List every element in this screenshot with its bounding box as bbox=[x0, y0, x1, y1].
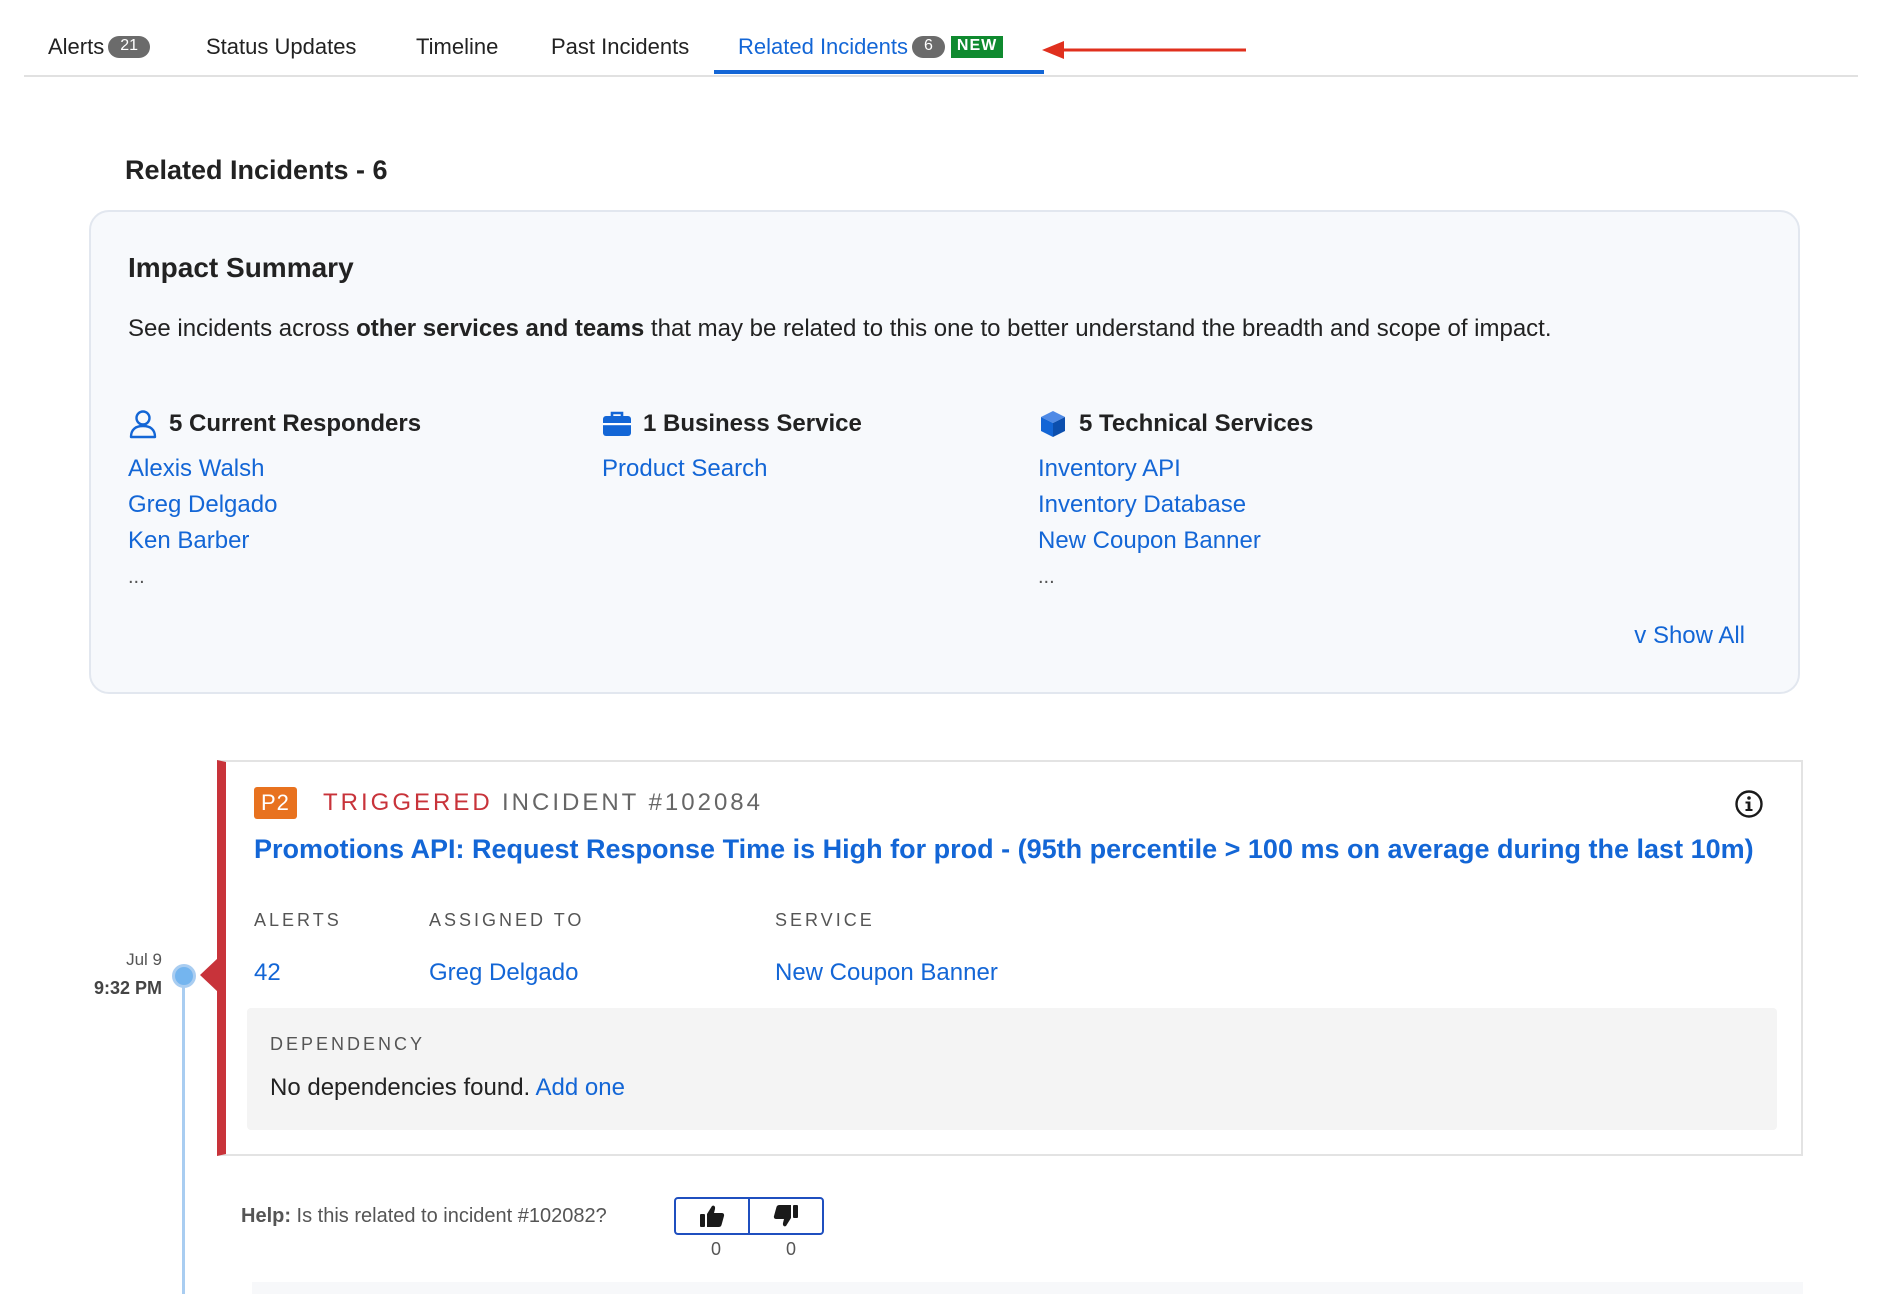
description-text: that may be related to this one to bette… bbox=[644, 315, 1552, 342]
impact-summary-title: Impact Summary bbox=[128, 252, 354, 283]
add-dependency-link[interactable]: Add one bbox=[536, 1074, 625, 1101]
tab-label: Past Incidents bbox=[551, 34, 690, 59]
thumbs-up-count: 0 bbox=[710, 1239, 721, 1259]
dependency-label: DEPENDENCY bbox=[270, 1034, 426, 1054]
help-prefix: Help: bbox=[241, 1205, 291, 1227]
service-link[interactable]: New Coupon Banner bbox=[775, 959, 998, 987]
responders-heading-label: 5 Current Responders bbox=[169, 410, 422, 437]
briefcase-icon bbox=[602, 409, 632, 439]
incident-title-link[interactable]: Promotions API: Request Response Time is… bbox=[254, 834, 1754, 865]
impact-summary-description: See incidents across other services and … bbox=[128, 310, 1568, 348]
assigned-label: ASSIGNED TO bbox=[429, 910, 585, 930]
responder-link[interactable]: Greg Delgado bbox=[128, 487, 421, 523]
related-incident-card: P2 TRIGGERED INCIDENT #102084 Promotions… bbox=[217, 760, 1803, 1156]
help-question: Is this related to incident #102082? bbox=[291, 1205, 607, 1227]
tab-status-updates[interactable]: Status Updates bbox=[206, 34, 356, 60]
service-label: SERVICE bbox=[775, 910, 875, 930]
technical-service-link[interactable]: Inventory Database bbox=[1038, 487, 1313, 523]
alerts-field: ALERTS 42 bbox=[254, 910, 342, 987]
tab-alerts[interactable]: Alerts 21 bbox=[48, 34, 151, 60]
technical-service-link[interactable]: Inventory API bbox=[1038, 451, 1313, 487]
tab-related-incidents[interactable]: Related Incidents 6 NEW bbox=[738, 34, 1004, 60]
assigned-field: ASSIGNED TO Greg Delgado bbox=[429, 910, 584, 987]
incident-tabs: Alerts 21 Status Updates Timeline Past I… bbox=[24, 0, 1858, 77]
thumbs-up-button[interactable] bbox=[676, 1199, 748, 1233]
card-pointer bbox=[200, 958, 218, 992]
technical-service-link[interactable]: New Coupon Banner bbox=[1038, 523, 1313, 559]
technical-services-heading-label: 5 Technical Services bbox=[1079, 410, 1314, 437]
thumbs-down-button[interactable] bbox=[748, 1199, 822, 1233]
thumbs-down-icon bbox=[773, 1205, 798, 1227]
person-icon bbox=[128, 409, 158, 439]
tab-label: Timeline bbox=[416, 34, 499, 59]
technical-services-column: 5 Technical Services Inventory API Inven… bbox=[1038, 407, 1313, 595]
annotation-arrow-icon bbox=[1042, 41, 1246, 59]
business-service-heading: 1 Business Service bbox=[602, 407, 862, 441]
cube-icon bbox=[1038, 409, 1068, 439]
tab-label: Status Updates bbox=[206, 34, 357, 59]
new-badge: NEW bbox=[950, 36, 1004, 58]
next-item-edge bbox=[252, 1282, 1803, 1294]
timeline-time: 9:32 PM bbox=[93, 978, 162, 998]
business-service-list: Product Search bbox=[602, 451, 862, 487]
description-text: See incidents across bbox=[128, 315, 357, 342]
feedback-question: Help: Is this related to incident #10208… bbox=[241, 1205, 607, 1228]
page-title: Related Incidents - 6 bbox=[125, 155, 388, 185]
more-ellipsis: ... bbox=[1038, 566, 1055, 588]
description-emphasis: other services and teams bbox=[356, 315, 645, 342]
timeline-date: Jul 9 bbox=[126, 950, 162, 969]
service-field: SERVICE New Coupon Banner bbox=[775, 910, 998, 987]
feedback-vote-group bbox=[674, 1197, 824, 1235]
tab-label: Related Incidents bbox=[738, 34, 908, 59]
impact-summary-card: Impact Summary See incidents across othe… bbox=[89, 210, 1800, 694]
tab-count-badge: 21 bbox=[108, 36, 151, 58]
responders-column: 5 Current Responders Alexis Walsh Greg D… bbox=[128, 407, 421, 595]
tab-count-badge: 6 bbox=[912, 36, 945, 58]
alerts-count-link[interactable]: 42 bbox=[254, 959, 342, 987]
tab-past-incidents[interactable]: Past Incidents bbox=[551, 34, 689, 60]
dependency-text: No dependencies found. Add one bbox=[270, 1074, 625, 1102]
assignee-link[interactable]: Greg Delgado bbox=[429, 959, 584, 987]
more-ellipsis: ... bbox=[128, 566, 145, 588]
technical-services-list: Inventory API Inventory Database New Cou… bbox=[1038, 451, 1313, 595]
no-dependencies-text: No dependencies found. bbox=[270, 1074, 531, 1101]
show-all-link[interactable]: v Show All bbox=[1634, 622, 1745, 650]
responders-list: Alexis Walsh Greg Delgado Ken Barber ... bbox=[128, 451, 421, 595]
tab-label: Alerts bbox=[48, 34, 105, 59]
responders-heading: 5 Current Responders bbox=[128, 407, 421, 441]
technical-services-heading: 5 Technical Services bbox=[1038, 407, 1313, 441]
responder-link[interactable]: Alexis Walsh bbox=[128, 451, 421, 487]
incident-status: TRIGGERED bbox=[323, 789, 493, 816]
business-service-heading-label: 1 Business Service bbox=[643, 410, 862, 437]
responder-link[interactable]: Ken Barber bbox=[128, 523, 421, 559]
business-service-link[interactable]: Product Search bbox=[602, 451, 862, 487]
active-tab-indicator bbox=[714, 70, 1044, 74]
tab-timeline[interactable]: Timeline bbox=[416, 34, 498, 60]
thumbs-up-icon bbox=[700, 1205, 725, 1227]
alerts-label: ALERTS bbox=[254, 910, 342, 930]
thumbs-down-count: 0 bbox=[785, 1239, 796, 1259]
incident-number: INCIDENT #102084 bbox=[502, 789, 763, 816]
dependency-panel: DEPENDENCY No dependencies found. Add on… bbox=[247, 1008, 1777, 1130]
timeline-dot bbox=[172, 964, 196, 988]
info-icon[interactable] bbox=[1734, 789, 1764, 819]
business-service-column: 1 Business Service Product Search bbox=[602, 407, 862, 487]
priority-badge: P2 bbox=[254, 787, 297, 819]
timeline-line bbox=[182, 978, 185, 1294]
